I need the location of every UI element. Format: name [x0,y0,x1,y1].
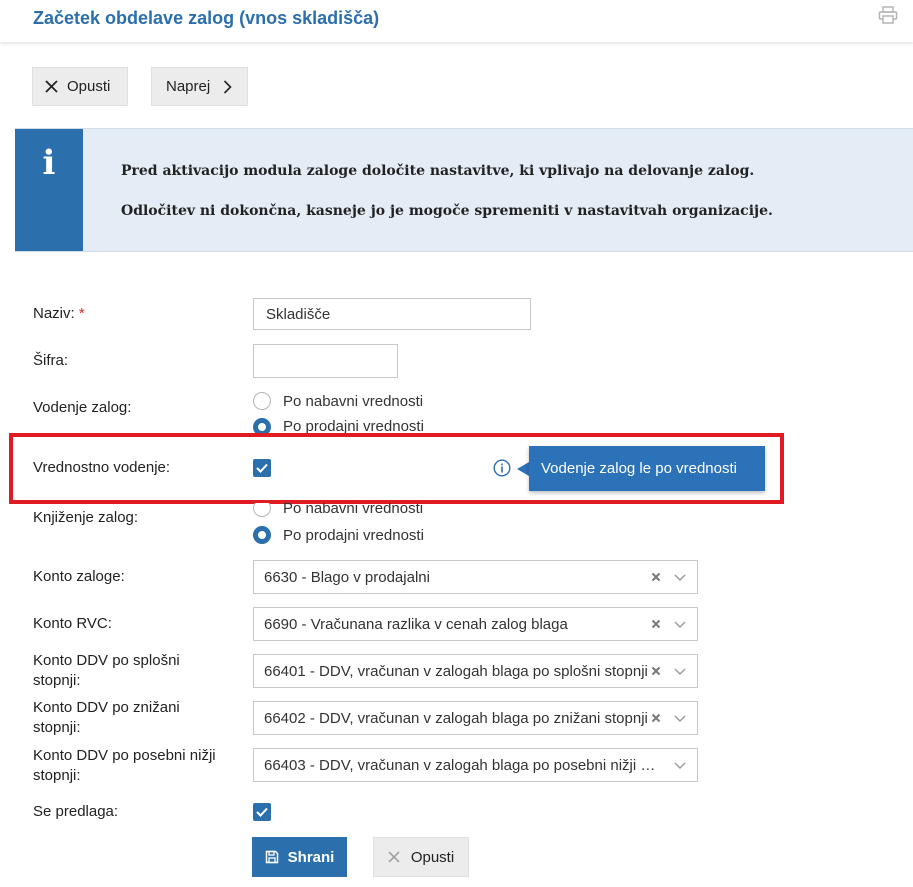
chevron-down-icon[interactable] [674,666,686,676]
info-line-1: Pred aktivacijo modula zaloge določite n… [121,163,755,179]
sifra-input[interactable] [253,344,398,378]
highlight-box [9,433,784,504]
naziv-label-text: Naziv: [33,305,75,322]
clear-icon[interactable] [651,666,661,676]
konto-ddv-znizani-label-line1: Konto DDV po znižani [33,699,180,716]
next-button-label: Naprej [166,78,211,95]
konto-ddv-posebni-label: Konto DDV po posebni nižji stopnji: [33,746,216,786]
se-predlaga-label: Se predlaga: [33,803,119,820]
konto-ddv-znizani-value: 66402 - DDV, vračunan v zalogah blaga po… [264,710,648,727]
konto-ddv-znizani-label-line2: stopnji: [33,719,81,736]
konto-ddv-splosni-label-line1: Konto DDV po splošni [33,652,180,669]
naziv-label: Naziv: * [33,304,85,324]
cancel-button[interactable]: Opusti [32,67,128,106]
chevron-down-icon[interactable] [674,619,686,629]
naziv-input[interactable]: Skladišče [253,298,531,330]
footer-cancel-button-label: Opusti [410,848,455,866]
knjizenje-option-nabavna-label: Po nabavni vrednosti [283,503,424,517]
check-icon [256,807,268,817]
konto-ddv-znizani-label: Konto DDV po znižani stopnji: [33,698,180,738]
konto-ddv-posebni-label-line2: stopnji: [33,767,81,784]
next-button[interactable]: Naprej [151,67,248,106]
info-stripe: i [15,129,83,251]
vodenje-option-prodajna[interactable]: Po prodajni vrednosti [253,418,424,433]
page-header: Začetek obdelave zalog (vnos skladišča) [0,0,913,42]
required-mark: * [78,305,85,322]
knjizenje-option-prodajna-label: Po prodajni vrednosti [283,526,424,544]
naziv-input-value: Skladišče [266,305,331,323]
radio-nabavna[interactable] [253,392,271,410]
sifra-label: Šifra: [33,352,69,369]
info-i-icon: i [42,143,56,183]
save-button[interactable]: Shrani [252,837,347,877]
konto-ddv-splosni-value: 66401 - DDV, vračunan v zalogah blaga po… [264,663,648,680]
close-icon [45,80,58,93]
konto-ddv-splosni-label-line2: stopnji: [33,672,81,689]
close-icon [388,851,400,863]
cancel-button-label: Opusti [67,78,111,95]
info-line-2: Odločitev ni dokončna, kasneje jo je mog… [121,203,773,219]
clear-icon[interactable] [651,713,661,723]
se-predlaga-checkbox[interactable] [253,803,271,821]
konto-ddv-posebni-select[interactable]: 66403 - DDV, vračunan v zalogah blaga po… [253,748,698,782]
footer-cancel-button[interactable]: Opusti [373,837,469,877]
konto-rvc-label: Konto RVC: [33,615,112,632]
knjizenje-label: Knjiženje zalog: [33,509,139,526]
konto-zaloge-label: Konto zaloge: [33,568,125,585]
konto-ddv-splosni-label: Konto DDV po splošni stopnji: [33,651,180,691]
konto-ddv-splosni-select[interactable]: 66401 - DDV, vračunan v zalogah blaga po… [253,654,698,688]
konto-rvc-select[interactable]: 6690 - Vračunana razlika v cenah zalog b… [253,607,698,641]
konto-zaloge-value: 6630 - Blago v prodajalni [264,569,430,586]
konto-ddv-posebni-value: 66403 - DDV, vračunan v zalogah blaga po… [264,757,656,774]
vodenje-option-prodajna-label: Po prodajni vrednosti [283,418,424,433]
konto-ddv-znizani-select[interactable]: 66402 - DDV, vračunan v zalogah blaga po… [253,701,698,735]
chevron-down-icon[interactable] [674,572,686,582]
chevron-down-icon[interactable] [674,760,686,770]
info-box: i Pred aktivacijo modula zaloge določite… [15,128,913,252]
clear-icon[interactable] [651,619,661,629]
radio-knjizenje-prodajna[interactable] [253,526,271,544]
save-icon [265,850,278,864]
konto-zaloge-select[interactable]: 6630 - Blago v prodajalni [253,560,698,594]
knjizenje-option-nabavna[interactable]: Po nabavni vrednosti [253,503,423,517]
clear-icon[interactable] [651,572,661,582]
vodenje-label: Vodenje zalog: [33,399,132,416]
print-icon[interactable] [878,6,898,24]
chevron-down-icon[interactable] [674,713,686,723]
page-title: Začetek obdelave zalog (vnos skladišča) [33,8,380,28]
chevron-right-icon [224,79,232,94]
knjizenje-option-prodajna[interactable]: Po prodajni vrednosti [253,526,424,544]
vodenje-option-nabavna[interactable]: Po nabavni vrednosti [253,392,423,410]
radio-knjizenje-nabavna[interactable] [253,503,271,517]
konto-rvc-value: 6690 - Vračunana razlika v cenah zalog b… [264,616,568,633]
radio-prodajna[interactable] [253,418,271,433]
konto-ddv-posebni-label-line1: Konto DDV po posebni nižji [33,747,216,764]
save-button-label: Shrani [287,848,335,866]
vodenje-option-nabavna-label: Po nabavni vrednosti [283,392,424,410]
